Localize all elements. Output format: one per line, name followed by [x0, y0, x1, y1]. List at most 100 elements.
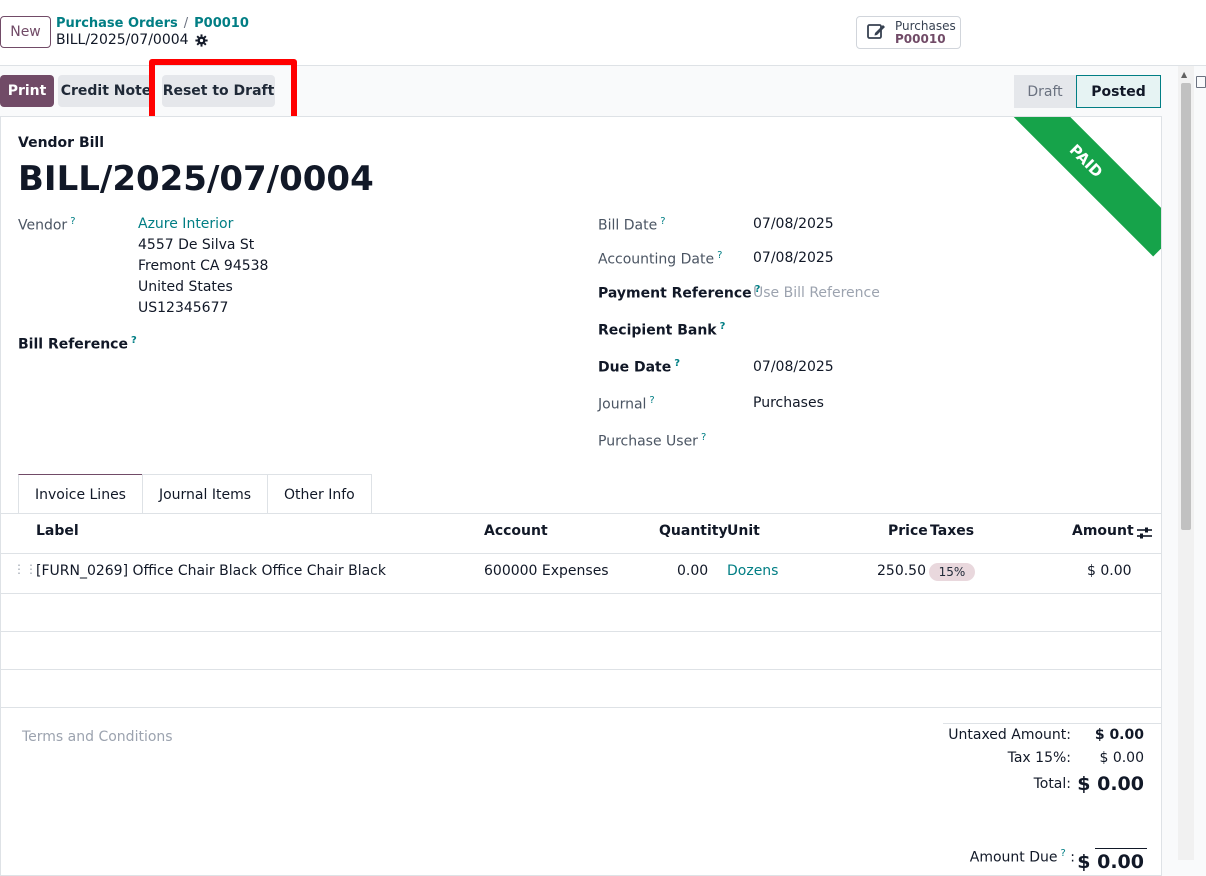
- status-bar: Draft Posted: [1014, 75, 1161, 108]
- tab-journal-items[interactable]: Journal Items: [141, 474, 269, 514]
- tax-value: $ 0.00: [1099, 750, 1144, 766]
- bill-reference-label-text: Bill Reference: [18, 336, 128, 353]
- vendor-address-line: United States: [138, 279, 233, 295]
- bill-date-field[interactable]: 07/08/2025: [753, 216, 834, 232]
- bill-reference-label: Bill Reference?: [18, 335, 137, 353]
- help-icon[interactable]: ?: [131, 335, 137, 346]
- help-icon[interactable]: ?: [660, 216, 665, 227]
- help-icon[interactable]: ?: [649, 395, 654, 406]
- table-divider: [1, 553, 1161, 554]
- new-button[interactable]: New: [0, 16, 51, 48]
- record-name: BILL/2025/07/0004: [56, 32, 208, 48]
- recipient-bank-label: Recipient Bank?: [598, 321, 725, 339]
- column-price[interactable]: Price: [888, 523, 928, 539]
- total-label: Total:: [1033, 776, 1071, 792]
- breadcrumb-purchase-orders[interactable]: Purchase Orders: [56, 16, 178, 31]
- tab-invoice-lines[interactable]: Invoice Lines: [18, 474, 143, 514]
- amount-due-label: Amount Due? :: [969, 848, 1075, 866]
- page-title: BILL/2025/07/0004: [18, 159, 374, 199]
- vendor-vat: US12345677: [138, 300, 229, 316]
- bill-date-label: Bill Date?: [598, 216, 666, 234]
- vendor-link[interactable]: Azure Interior: [138, 216, 233, 232]
- breadcrumb-p00010[interactable]: P00010: [194, 16, 249, 31]
- column-account[interactable]: Account: [484, 523, 548, 539]
- accounting-date-field[interactable]: 07/08/2025: [753, 250, 834, 266]
- vendor-label: Vendor?: [18, 216, 76, 234]
- document-icon[interactable]: [1196, 76, 1206, 88]
- print-button[interactable]: Print: [0, 75, 54, 107]
- terms-field[interactable]: Terms and Conditions: [22, 729, 173, 745]
- vendor-address-line: 4557 De Silva St: [138, 237, 255, 253]
- due-date-label-text: Due Date: [598, 359, 672, 376]
- line-price[interactable]: 250.50: [877, 563, 926, 579]
- drag-handle-icon[interactable]: ⋮⋮: [13, 563, 37, 580]
- table-row-divider: [1, 669, 1161, 670]
- table-row-divider: [1, 707, 1161, 708]
- record-name-text: BILL/2025/07/0004: [56, 32, 189, 48]
- line-unit[interactable]: Dozens: [727, 563, 778, 579]
- table-row-divider: [1, 593, 1161, 594]
- scrollbar-thumb[interactable]: [1181, 83, 1191, 530]
- help-icon[interactable]: ?: [70, 216, 75, 227]
- column-settings-icon[interactable]: [1137, 525, 1152, 544]
- purchase-user-label-text: Purchase User: [598, 433, 698, 450]
- document-type: Vendor Bill: [18, 135, 105, 151]
- reset-to-draft-button[interactable]: Reset to Draft: [162, 75, 275, 107]
- journal-field[interactable]: Purchases: [753, 395, 824, 411]
- breadcrumb-separator: /: [183, 16, 189, 31]
- column-quantity[interactable]: Quantity: [659, 523, 728, 539]
- amount-due-value: $ 0.00: [1077, 851, 1144, 873]
- status-posted[interactable]: Posted: [1076, 75, 1161, 108]
- payment-reference-field[interactable]: Use Bill Reference: [753, 285, 880, 301]
- bill-date-label-text: Bill Date: [598, 217, 658, 234]
- journal-label-text: Journal: [598, 396, 647, 413]
- tax-label: Tax 15%:: [1007, 750, 1071, 766]
- accounting-date-label: Accounting Date?: [598, 250, 722, 268]
- recipient-bank-label-text: Recipient Bank: [598, 322, 717, 339]
- help-icon[interactable]: ?: [701, 432, 706, 443]
- line-account[interactable]: 600000 Expenses: [484, 563, 609, 579]
- table-row-divider: [1, 631, 1161, 632]
- due-date-field[interactable]: 07/08/2025: [753, 359, 834, 375]
- amount-due-divider: [1095, 848, 1147, 849]
- column-amount[interactable]: Amount: [1072, 523, 1134, 539]
- form-sheet: PAID Vendor Bill BILL/2025/07/0004 Vendo…: [0, 116, 1162, 876]
- purchase-user-label: Purchase User?: [598, 432, 706, 450]
- journal-label: Journal?: [598, 395, 655, 413]
- help-icon[interactable]: ?: [674, 358, 680, 369]
- tab-divider: [1, 513, 1161, 514]
- scroll-up-arrow-icon[interactable]: ▲: [1181, 70, 1187, 79]
- column-unit[interactable]: Unit: [727, 523, 760, 539]
- total-value: $ 0.00: [1077, 773, 1144, 795]
- help-icon[interactable]: ?: [1061, 848, 1066, 859]
- credit-note-button[interactable]: Credit Note: [58, 75, 154, 107]
- line-amount: $ 0.00: [1087, 563, 1132, 579]
- help-icon[interactable]: ?: [717, 250, 722, 261]
- totals-divider: [943, 723, 1161, 724]
- line-quantity[interactable]: 0.00: [677, 563, 708, 579]
- edit-icon: [867, 22, 887, 44]
- column-taxes[interactable]: Taxes: [930, 523, 974, 539]
- notebook-tabs: Invoice Lines Journal Items Other Info: [18, 474, 372, 514]
- accounting-date-label-text: Accounting Date: [598, 251, 715, 268]
- line-label[interactable]: [FURN_0269] Office Chair Black Office Ch…: [36, 563, 386, 579]
- payment-reference-label: Payment Reference?: [598, 284, 760, 302]
- vendor-label-text: Vendor: [18, 217, 68, 234]
- smart-button-value: P00010: [895, 31, 946, 46]
- untaxed-label: Untaxed Amount:: [948, 727, 1071, 743]
- column-label[interactable]: Label: [36, 523, 79, 539]
- action-bar: Print Credit Note Reset to Draft: [0, 66, 1178, 116]
- help-icon[interactable]: ?: [720, 321, 726, 332]
- payment-reference-label-text: Payment Reference: [598, 285, 752, 302]
- top-control-panel: New Purchase Orders / P00010 BILL/2025/0…: [0, 0, 1206, 66]
- gear-icon[interactable]: [194, 33, 208, 47]
- smart-button-label: Purchases: [895, 18, 956, 33]
- tax-badge[interactable]: 15%: [929, 563, 975, 581]
- status-draft[interactable]: Draft: [1014, 75, 1076, 108]
- tab-other-info[interactable]: Other Info: [267, 474, 372, 514]
- untaxed-value: $ 0.00: [1094, 727, 1144, 743]
- purchases-smart-button[interactable]: Purchases P00010: [856, 16, 961, 49]
- breadcrumb: Purchase Orders / P00010: [56, 16, 249, 31]
- vendor-address-line: Fremont CA 94538: [138, 258, 269, 274]
- paid-ribbon: PAID: [990, 117, 1161, 257]
